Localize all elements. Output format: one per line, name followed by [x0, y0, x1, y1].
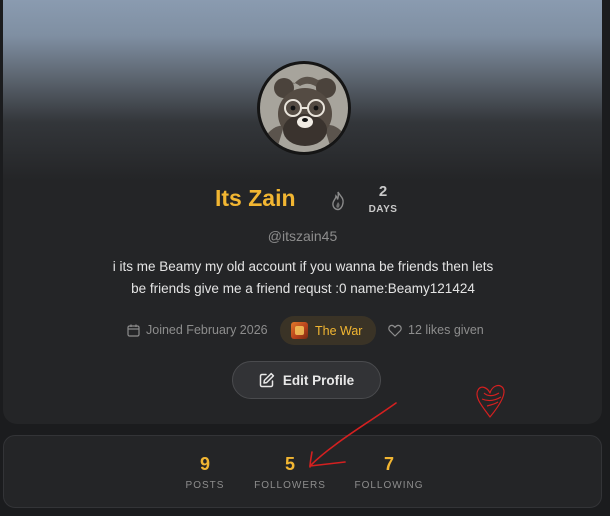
calendar-icon [127, 324, 140, 337]
flame-icon [332, 191, 344, 211]
bio-line: i its me Beamy my old account if you wan… [112, 259, 494, 274]
joined-text: Joined February 2026 [146, 323, 268, 337]
joined-date: Joined February 2026 [127, 323, 268, 337]
stats-card: 9 POSTS 5 FOLLOWERS 7 FOLLOWING [3, 435, 602, 508]
likes-text: 12 likes given [408, 323, 484, 337]
avatar[interactable] [257, 61, 351, 155]
edit-profile-label: Edit Profile [282, 372, 355, 388]
heart-icon [388, 324, 402, 337]
team-badge[interactable]: The War [280, 316, 376, 345]
profile-card: Its Zain 2 DAYS @itszain45 i its me Beam… [3, 0, 602, 424]
following-count: 7 [383, 454, 394, 474]
likes-given: 12 likes given [388, 323, 484, 337]
avatar-image [260, 64, 348, 152]
posts-count: 9 [199, 454, 210, 474]
stat-followers[interactable]: 5 FOLLOWERS [245, 454, 335, 491]
followers-count: 5 [284, 454, 295, 474]
following-label: FOLLOWING [354, 480, 424, 491]
followers-label: FOLLOWERS [254, 480, 326, 491]
stat-following[interactable]: 7 FOLLOWING [344, 454, 434, 491]
bio-line: be friends give me a friend requst :0 na… [131, 281, 475, 296]
stat-posts[interactable]: 9 POSTS [160, 454, 250, 491]
streak-unit: DAYS [368, 204, 398, 215]
profile-bio: i its me Beamy my old account if you wan… [93, 256, 513, 300]
team-icon [291, 322, 308, 339]
name-row: Its Zain 2 DAYS [3, 183, 602, 223]
edit-icon [259, 372, 275, 388]
edit-profile-button[interactable]: Edit Profile [232, 361, 381, 399]
team-name: The War [315, 323, 363, 338]
streak-count: 2 [378, 183, 388, 200]
username-handle: @itszain45 [267, 228, 338, 244]
posts-label: POSTS [185, 480, 225, 491]
display-name: Its Zain [215, 185, 296, 211]
profile-meta-row: Joined February 2026 The War 12 likes gi… [3, 316, 602, 346]
